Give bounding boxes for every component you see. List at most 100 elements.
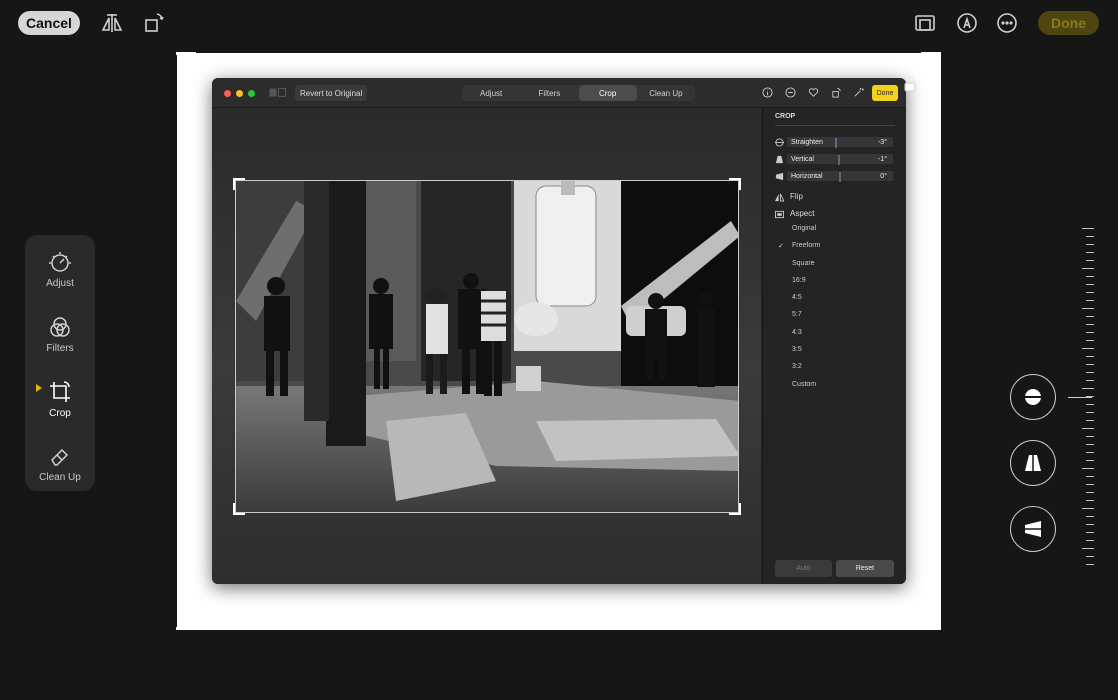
ruler-tick <box>1086 412 1094 413</box>
ruler-tick <box>1086 252 1094 253</box>
aspect-option-4-5[interactable]: 4:5 <box>792 294 820 311</box>
adjust-icon <box>49 252 71 272</box>
aspect-option-16-9[interactable]: 16:9 <box>792 277 820 294</box>
slider-thumb[interactable] <box>835 138 837 148</box>
aspect-icon[interactable] <box>912 10 938 36</box>
aspect-option-square[interactable]: Square <box>792 260 820 277</box>
ruler-tick <box>1086 316 1094 317</box>
revert-to-original-button[interactable]: Revert to Original <box>295 85 368 101</box>
more-icon[interactable] <box>994 10 1020 36</box>
horizontal-slider[interactable]: Horizontal 0° <box>775 170 895 182</box>
ruler-tick <box>1086 332 1094 333</box>
slider-thumb[interactable] <box>838 155 840 165</box>
crop-corner[interactable] <box>233 503 245 515</box>
crop-handle[interactable] <box>176 52 196 55</box>
crop-corner[interactable] <box>233 178 245 190</box>
ruler-tick <box>1086 540 1094 541</box>
ruler-pointer <box>1068 397 1092 398</box>
ruler-tick <box>1082 268 1094 269</box>
ruler-tick <box>1086 492 1094 493</box>
ruler-tick <box>1086 324 1094 325</box>
rotation-ruler[interactable] <box>1082 228 1094 568</box>
info-icon[interactable] <box>761 86 774 99</box>
aspect-option-3-5[interactable]: 3:5 <box>792 346 820 363</box>
vertical-perspective-button[interactable] <box>1010 440 1056 486</box>
magic-wand-icon[interactable] <box>852 86 865 99</box>
more-icon[interactable] <box>784 86 797 99</box>
auto-button[interactable]: Auto <box>775 560 832 577</box>
tool-adjust[interactable]: Adjust <box>25 241 95 301</box>
checkmark-icon: ✓ <box>778 243 784 251</box>
crop-corner[interactable] <box>729 178 741 190</box>
horizontal-perspective-button[interactable] <box>1010 506 1056 552</box>
ruler-tick <box>1086 292 1094 293</box>
tab-crop[interactable]: Crop <box>578 85 637 101</box>
aspect-option-3-2[interactable]: 3:2 <box>792 363 820 380</box>
lock-icon[interactable] <box>904 76 916 92</box>
tool-crop[interactable]: Crop <box>25 371 95 431</box>
aspect-option-custom[interactable]: Custom <box>792 381 820 398</box>
ruler-tick <box>1086 404 1094 405</box>
slider-thumb[interactable] <box>839 172 841 182</box>
aspect-option-4-3[interactable]: 4:3 <box>792 329 820 346</box>
filters-icon <box>50 317 70 337</box>
close-window-button[interactable] <box>224 90 231 97</box>
window-titlebar: Revert to Original Adjust Filters Crop C… <box>212 78 906 108</box>
panel-title: CROP <box>775 113 796 120</box>
rotate-icon[interactable] <box>830 86 843 99</box>
minimize-window-button[interactable] <box>236 90 243 97</box>
flip-horizontal-icon[interactable] <box>99 10 125 36</box>
slider-value: -3° <box>877 139 887 146</box>
photo[interactable] <box>235 180 739 513</box>
slider-label: Vertical <box>791 156 814 163</box>
ruler-tick <box>1086 452 1094 453</box>
slider-track[interactable]: Horizontal 0° <box>787 171 893 182</box>
crop-handle[interactable] <box>921 627 941 630</box>
crop-handle[interactable] <box>921 52 941 55</box>
reset-button[interactable]: Reset <box>836 560 894 577</box>
cancel-button[interactable]: Cancel <box>18 11 80 35</box>
slider-value: -1° <box>877 156 887 163</box>
zoom-window-button[interactable] <box>248 90 255 97</box>
slider-track[interactable]: Straighten -3° <box>787 137 893 148</box>
horizontal-perspective-icon <box>1025 521 1041 537</box>
aspect-option-label: Freeform <box>792 242 821 250</box>
slider-track[interactable]: Vertical -1° <box>787 154 893 165</box>
tab-adjust[interactable]: Adjust <box>462 85 520 101</box>
tool-label: Clean Up <box>39 472 81 483</box>
straighten-button[interactable] <box>1010 374 1056 420</box>
crop-handle[interactable] <box>176 627 196 630</box>
ruler-tick <box>1086 284 1094 285</box>
ruler-tick <box>1082 348 1094 349</box>
straighten-slider[interactable]: Straighten -3° <box>775 136 895 148</box>
ruler-tick <box>1086 524 1094 525</box>
ruler-tick <box>1082 468 1094 469</box>
ruler-tick <box>1086 420 1094 421</box>
window-done-button[interactable]: Done <box>872 85 898 101</box>
ruler-tick <box>1086 276 1094 277</box>
tool-clean-up[interactable]: Clean Up <box>25 435 95 495</box>
photo-editor: Cancel Done Revert to Original Adjust Fi… <box>0 0 1118 700</box>
done-button[interactable]: Done <box>1038 11 1099 35</box>
aspect-option-5-7[interactable]: 5:7 <box>792 311 820 328</box>
tool-filters[interactable]: Filters <box>25 306 95 366</box>
crop-corner[interactable] <box>729 503 741 515</box>
flip-icon <box>775 193 784 202</box>
ruler-tick <box>1082 228 1094 229</box>
tool-label: Filters <box>46 343 74 354</box>
tool-label: Adjust <box>46 278 74 289</box>
aspect-option-freeform[interactable]: ✓ Freeform <box>778 242 821 259</box>
aspect-option-label: 5:7 <box>792 311 802 319</box>
rotate-icon[interactable] <box>141 10 167 36</box>
vertical-slider[interactable]: Vertical -1° <box>775 153 895 165</box>
active-tool-indicator <box>36 384 42 392</box>
aspect-option-original[interactable]: Original <box>792 225 820 242</box>
heart-icon[interactable] <box>807 86 820 99</box>
tab-clean-up[interactable]: Clean Up <box>637 85 695 101</box>
aspect-icon <box>775 210 784 219</box>
tab-filters[interactable]: Filters <box>520 85 578 101</box>
markup-icon[interactable] <box>954 10 980 36</box>
ruler-tick <box>1082 388 1094 389</box>
slider-label: Straighten <box>791 139 823 146</box>
sidebar-toggle-icon[interactable] <box>269 88 286 97</box>
